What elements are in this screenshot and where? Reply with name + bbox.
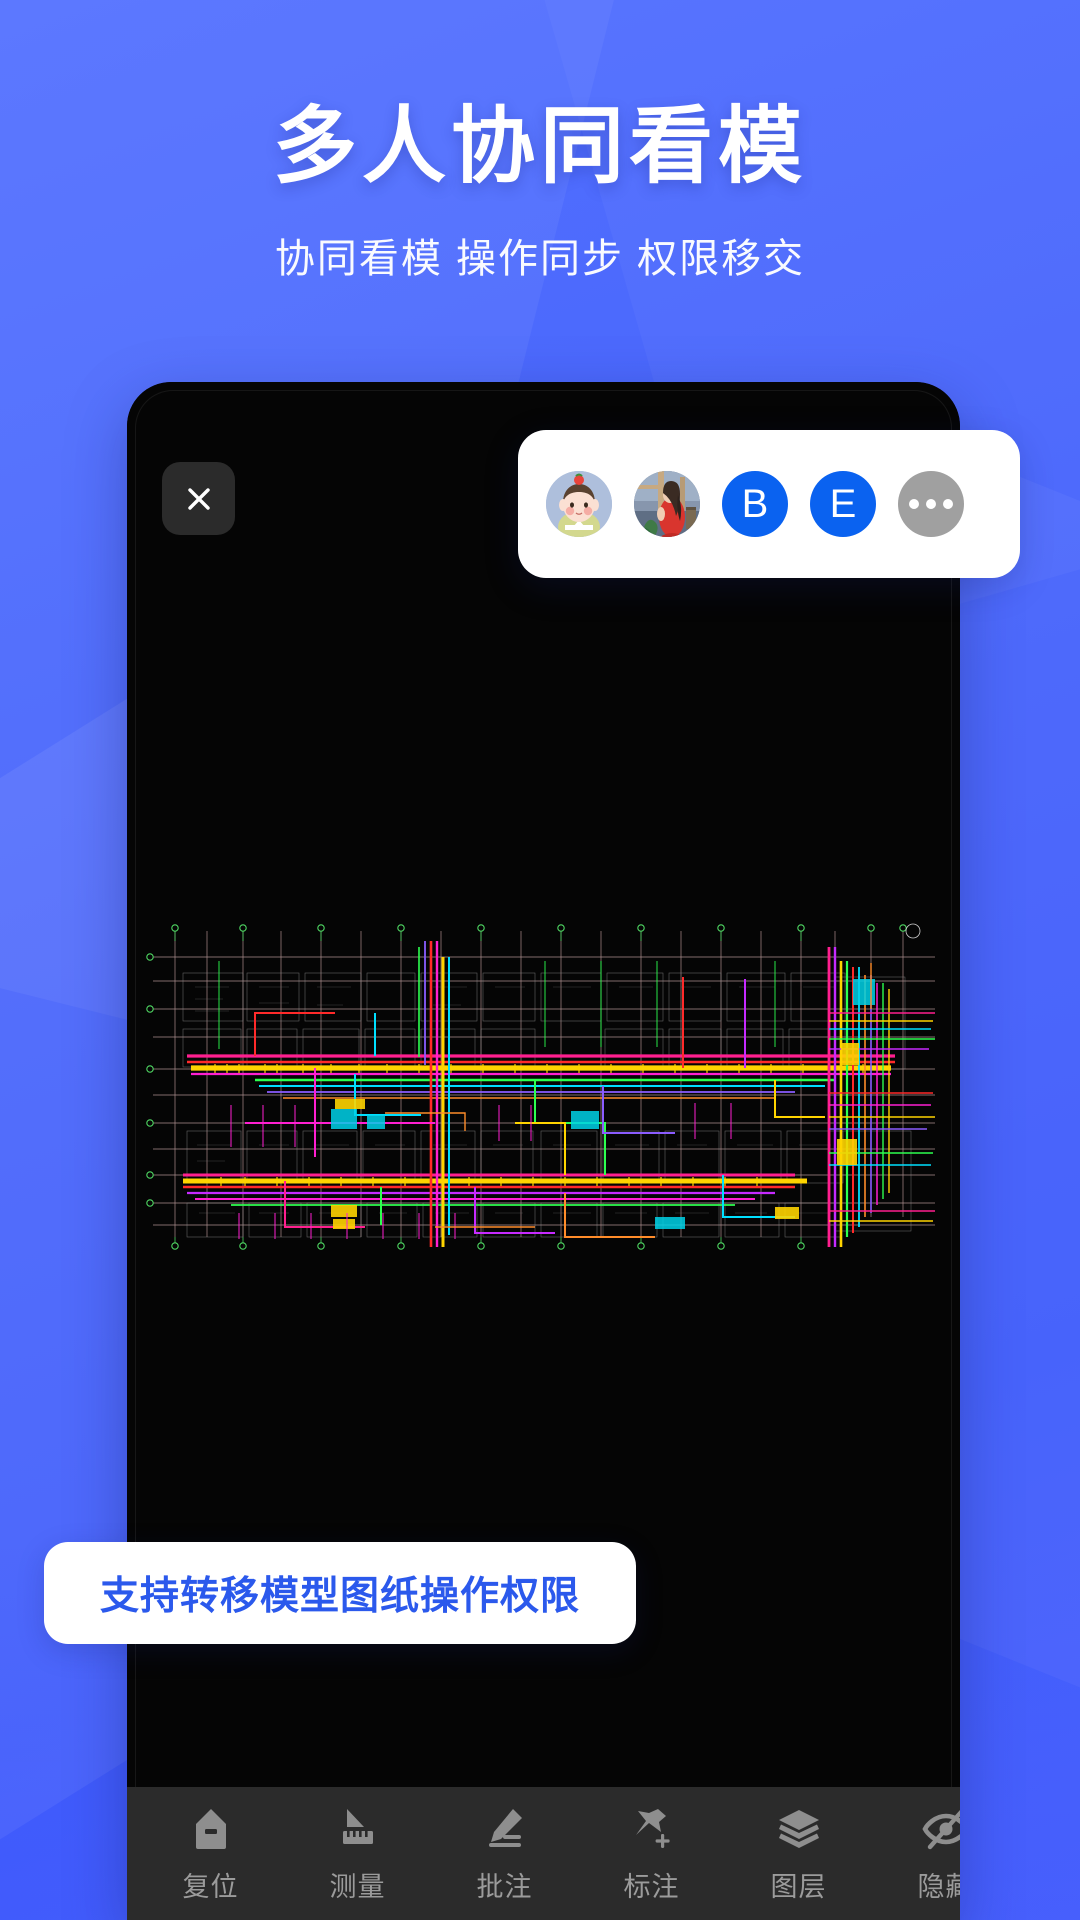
- toolbar-label: 测量: [329, 1872, 386, 1902]
- page-subtitle: 协同看模 操作同步 权限移交: [274, 237, 806, 281]
- page-title: 多人协同看模: [272, 99, 807, 193]
- more-horizontal-icon-dot: [926, 499, 936, 509]
- more-collaborators-button[interactable]: [898, 471, 964, 537]
- collaborator-bar: B E: [518, 430, 1020, 578]
- toolbar-item-mark[interactable]: 标注: [578, 1787, 725, 1904]
- phone-mockup: 复位 测量 批注 标注 图层 隐: [127, 382, 960, 1920]
- toolbar-item-hide[interactable]: 隐藏: [872, 1787, 960, 1904]
- close-icon: [187, 487, 210, 510]
- eye-hidden-icon: [921, 1809, 960, 1850]
- ruler-measure-icon: [342, 1809, 373, 1844]
- avatar[interactable]: [546, 471, 612, 537]
- phone-screen: 复位 测量 批注 标注 图层 隐: [127, 382, 960, 1920]
- avatar-initial: E: [829, 481, 857, 526]
- avatar[interactable]: E: [810, 471, 876, 537]
- cad-drawing-area: [127, 382, 960, 1920]
- feature-callout: 支持转移模型图纸操作权限: [44, 1542, 636, 1644]
- toolbar-label: 批注: [476, 1872, 533, 1902]
- avatar-photo-girl-strawberry: [546, 471, 612, 537]
- viewer-toolbar: 复位 测量 批注 标注 图层 隐: [127, 1787, 960, 1920]
- close-button[interactable]: [162, 462, 235, 535]
- avatar[interactable]: [634, 471, 700, 537]
- toolbar-item-layers[interactable]: 图层: [725, 1787, 872, 1904]
- layers-icon: [778, 1810, 819, 1848]
- feature-callout-text: 支持转移模型图纸操作权限: [99, 1575, 580, 1618]
- pen-annotate-icon: [488, 1809, 522, 1847]
- toolbar-item-measure[interactable]: 测量: [284, 1787, 431, 1904]
- toolbar-label: 标注: [623, 1872, 680, 1902]
- avatar-photo-girl-window: [634, 471, 700, 537]
- reset-home-icon: [195, 1809, 226, 1849]
- toolbar-item-reset[interactable]: 复位: [137, 1787, 284, 1904]
- toolbar-label: 复位: [182, 1872, 239, 1902]
- promo-header: 多人协同看模 协同看模 操作同步 权限移交: [0, 0, 1080, 284]
- toolbar-item-annotate[interactable]: 批注: [431, 1787, 578, 1904]
- more-horizontal-icon-dot: [943, 499, 953, 509]
- avatar[interactable]: B: [722, 471, 788, 537]
- avatar-initial: B: [741, 481, 769, 526]
- more-horizontal-icon-dot: [909, 499, 919, 509]
- cad-drawing: [135, 917, 960, 1277]
- toolbar-label: 图层: [770, 1872, 827, 1902]
- phone-bezel-highlight: [135, 390, 952, 1920]
- toolbar-label: 隐藏: [917, 1872, 961, 1902]
- pin-add-icon: [635, 1809, 670, 1848]
